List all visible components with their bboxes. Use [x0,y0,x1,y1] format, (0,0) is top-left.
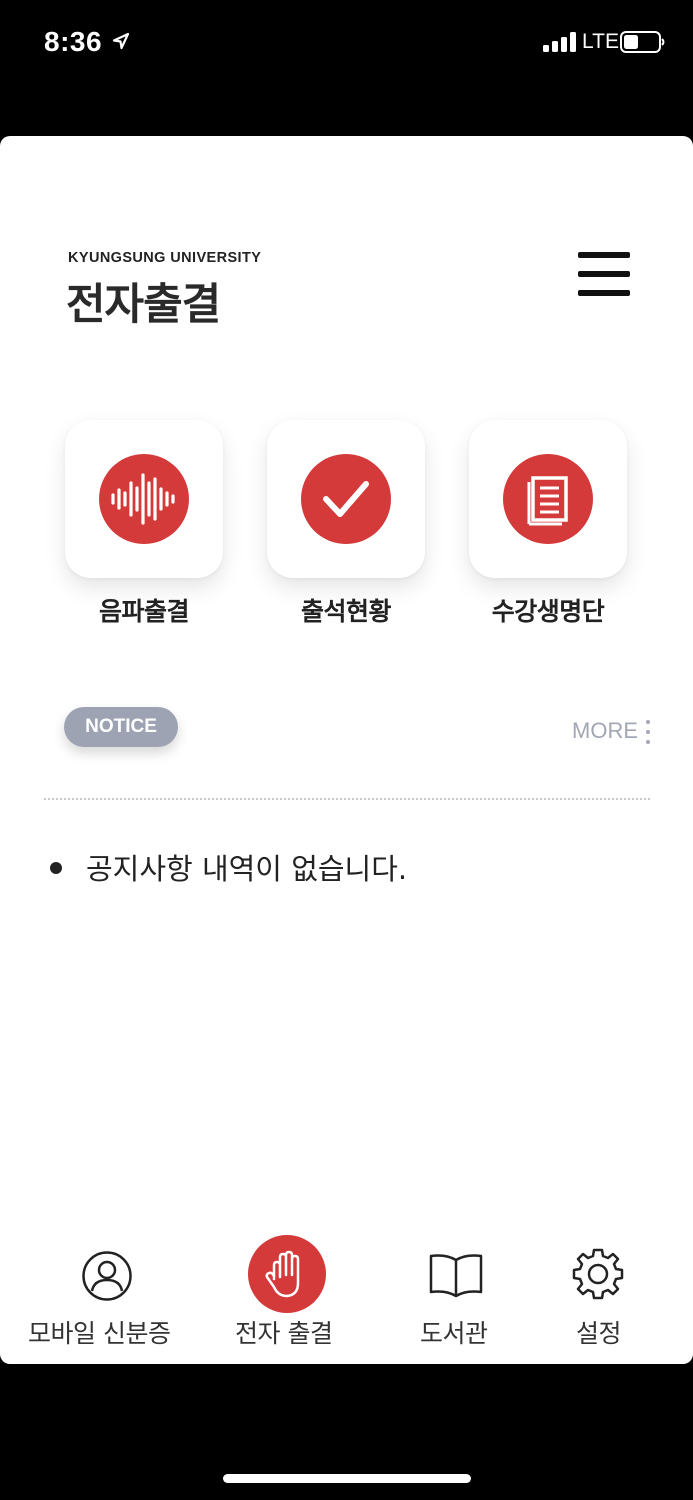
gear-icon [572,1248,624,1300]
quick-tile[interactable] [65,420,223,578]
nav-item-settings[interactable]: 설정 [540,1230,680,1364]
notice-list-item: 공지사항 내역이 없습니다. [50,846,407,888]
notebook-icon [527,476,568,526]
nav-label: 모바일 신분증 [28,1319,171,1348]
university-name: KYUNGSUNG UNIVERSITY [68,250,262,266]
network-type-label: LTE [582,30,619,53]
more-dots-icon[interactable] [644,720,652,744]
menu-line [578,252,630,258]
nav-item-mobile-id[interactable]: 모바일 신분증 [0,1230,210,1364]
raised-hand-icon [265,1250,300,1298]
menu-line [578,290,630,296]
signal-bars-icon [543,32,576,52]
more-link[interactable]: MORE [572,718,638,744]
menu-line [578,271,630,277]
person-icon [82,1251,132,1301]
nav-item-attendance[interactable]: 전자 출결 [210,1230,370,1364]
open-book-icon [429,1254,483,1298]
quick-icon-circle [99,454,189,544]
app-title: 전자출결 [66,280,221,330]
quick-item-label: 수강생명단 [491,597,605,626]
status-time: 8:36 [44,26,103,57]
quick-icon-circle [301,454,391,544]
quick-item-sound-attendance[interactable]: 음파출결 [65,420,225,626]
nav-label: 전자 출결 [235,1319,333,1348]
notice-divider [44,798,650,800]
nav-label: 도서관 [420,1319,488,1348]
status-bar: 8:36 LTE [0,0,693,90]
quick-icon-circle [503,454,593,544]
nav-item-library[interactable]: 도서관 [370,1230,540,1364]
bottom-nav: 모바일 신분증 전자 출결 도서관 설정 [0,1230,693,1364]
location-arrow-icon [112,32,130,50]
sound-wave-icon [111,473,175,525]
nav-label: 설정 [576,1319,622,1348]
hamburger-menu-icon[interactable] [576,250,632,300]
battery-icon [620,31,665,53]
bullet-icon [50,862,62,874]
quick-item-student-roster[interactable]: 수강생명단 [469,420,629,626]
checkmark-icon [323,481,369,517]
home-indicator[interactable] [223,1474,471,1483]
notice-badge: NOTICE [64,707,178,747]
quick-tile[interactable] [267,420,425,578]
quick-item-label: 출석현황 [300,597,392,626]
quick-item-label: 음파출결 [98,597,190,626]
nav-active-indicator [248,1235,326,1313]
notice-text: 공지사항 내역이 없습니다. [86,852,408,886]
quick-tile[interactable] [469,420,627,578]
quick-item-attendance-status[interactable]: 출석현황 [267,420,427,626]
app-screen: KYUNGSUNG UNIVERSITY 전자출결 음파출결 출석현황 수강생명… [0,136,693,1364]
quick-menu: 음파출결 출석현황 수강생명단 [0,420,693,630]
